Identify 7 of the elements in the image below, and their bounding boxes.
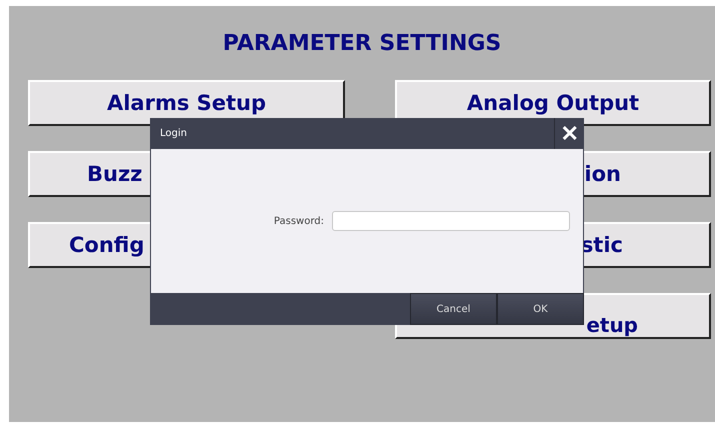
menu-button[interactable]: Analog Output bbox=[395, 80, 711, 126]
page-title: PARAMETER SETTINGS bbox=[222, 31, 502, 58]
cancel-button[interactable]: Cancel bbox=[410, 293, 497, 325]
ok-button[interactable]: OK bbox=[497, 293, 584, 325]
password-field[interactable] bbox=[332, 211, 570, 231]
dialog-title: Login bbox=[160, 128, 187, 139]
password-label: Password: bbox=[274, 216, 324, 226]
